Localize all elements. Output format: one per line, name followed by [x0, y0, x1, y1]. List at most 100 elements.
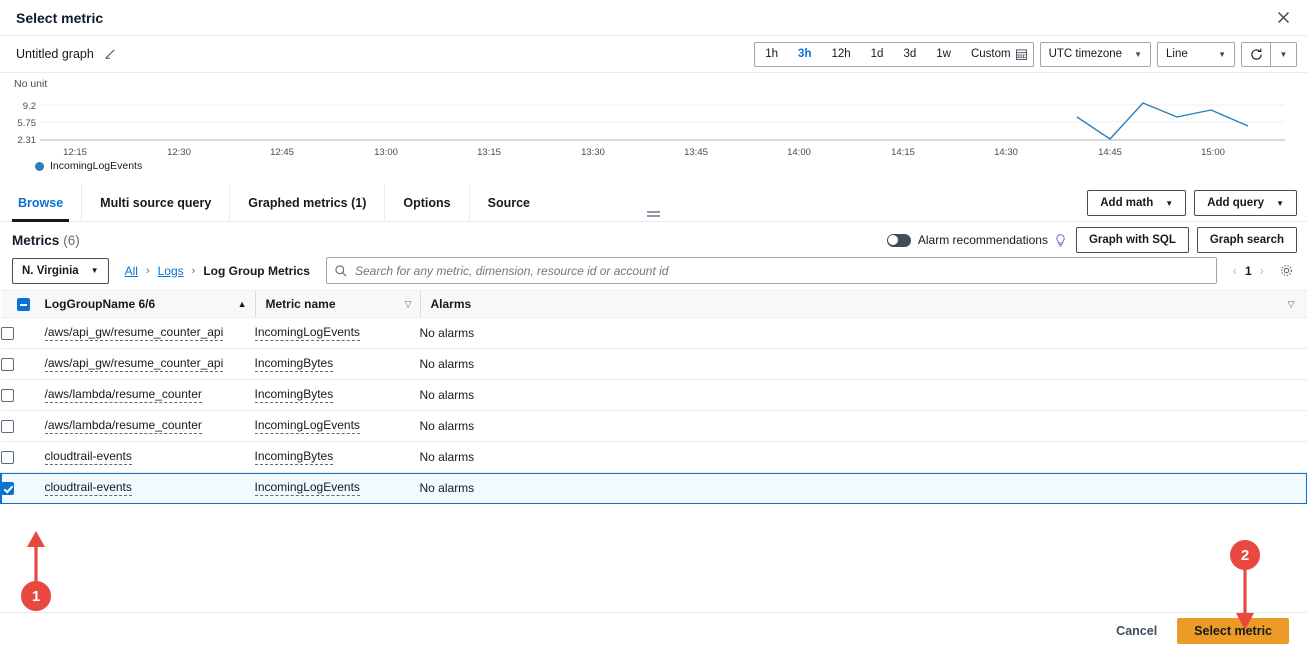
chevron-down-icon: ▼: [1165, 199, 1173, 208]
column-log-group-name[interactable]: LogGroupName 6/6 ▲: [45, 291, 255, 318]
time-range-selector[interactable]: 1h 3h 12h 1d 3d 1w Custom: [754, 42, 1033, 67]
table-row[interactable]: /aws/lambda/resume_counter IncomingLogEv…: [1, 411, 1307, 442]
cell-log-group-name: /aws/lambda/resume_counter: [45, 411, 255, 442]
add-math-label: Add math: [1100, 197, 1153, 209]
pencil-icon[interactable]: [104, 48, 116, 60]
timezone-dropdown[interactable]: UTC timezone ▼: [1040, 42, 1151, 67]
cell-alarms: No alarms: [420, 349, 1307, 380]
row-checkbox[interactable]: [1, 451, 14, 464]
annotation-marker-1: 1: [21, 581, 51, 611]
series-line-incominglogevents: [1077, 103, 1248, 139]
metric-name-link[interactable]: IncomingLogEvents: [255, 419, 360, 434]
alarm-recommendations-toggle[interactable]: [887, 234, 911, 247]
chevron-down-icon: ▼: [1276, 199, 1284, 208]
x-tick-1330: 13:30: [581, 147, 605, 158]
pagination-current-page: 1: [1245, 264, 1252, 278]
table-row[interactable]: /aws/lambda/resume_counter IncomingBytes…: [1, 380, 1307, 411]
region-selector[interactable]: N. Virginia ▼: [12, 258, 109, 284]
column-alarms: Alarms ▽: [420, 291, 1307, 318]
metric-name-link[interactable]: IncomingLogEvents: [255, 481, 360, 496]
chart-canvas: 9.2 5.75 2.31 12:15 12:30 12:45 13:00 13…: [0, 73, 1307, 185]
breadcrumb-item-log-group-metrics: Log Group Metrics: [203, 264, 310, 278]
tab-browse[interactable]: Browse: [0, 185, 82, 221]
refresh-icon[interactable]: [1242, 43, 1270, 66]
pagination-next-icon[interactable]: ›: [1258, 263, 1266, 278]
row-checkbox-cell: [1, 349, 45, 380]
cell-metric-name: IncomingLogEvents: [255, 411, 420, 442]
metric-name-link[interactable]: IncomingBytes: [255, 388, 334, 403]
tab-graphed-metrics[interactable]: Graphed metrics (1): [230, 185, 385, 221]
log-group-name-link[interactable]: cloudtrail-events: [45, 481, 132, 496]
row-checkbox[interactable]: [1, 327, 14, 340]
time-range-1w[interactable]: 1w: [926, 43, 961, 66]
cell-metric-name: IncomingBytes: [255, 380, 420, 411]
add-math-button[interactable]: Add math ▼: [1087, 190, 1186, 216]
row-checkbox[interactable]: [1, 358, 14, 371]
column-alarms-label: Alarms: [431, 297, 472, 311]
close-icon[interactable]: [1271, 6, 1295, 30]
table-row[interactable]: cloudtrail-events IncomingBytes No alarm…: [1, 442, 1307, 473]
metric-name-link[interactable]: IncomingBytes: [255, 357, 334, 372]
cell-log-group-name: /aws/api_gw/resume_counter_api: [45, 318, 255, 349]
chart-type-dropdown[interactable]: Line ▼: [1157, 42, 1235, 67]
cancel-button[interactable]: Cancel: [1106, 624, 1167, 638]
cell-alarms: No alarms: [420, 473, 1307, 504]
breadcrumb-item-all[interactable]: All: [125, 264, 138, 278]
select-metric-button[interactable]: Select metric: [1177, 618, 1289, 644]
log-group-name-link[interactable]: /aws/api_gw/resume_counter_api: [45, 357, 224, 372]
dialog-footer: Cancel Select metric: [0, 612, 1307, 649]
custom-label: Custom: [971, 48, 1011, 60]
metrics-search-box[interactable]: [326, 257, 1217, 284]
table-row[interactable]: /aws/api_gw/resume_counter_api IncomingB…: [1, 349, 1307, 380]
select-all-header: [1, 291, 45, 318]
breadcrumb-item-logs[interactable]: Logs: [158, 264, 184, 278]
graph-search-button[interactable]: Graph search: [1197, 227, 1297, 253]
metric-name-link[interactable]: IncomingBytes: [255, 450, 334, 465]
row-checkbox[interactable]: [1, 420, 14, 433]
time-range-3d[interactable]: 3d: [893, 43, 926, 66]
row-checkbox-cell: [1, 473, 45, 504]
alarm-recommendations-toggle-group[interactable]: Alarm recommendations: [887, 233, 1066, 247]
table-body: /aws/api_gw/resume_counter_api IncomingL…: [1, 318, 1307, 504]
gear-icon[interactable]: [1275, 259, 1297, 283]
time-range-3h[interactable]: 3h: [788, 43, 821, 66]
tab-options[interactable]: Options: [385, 185, 469, 221]
column-metric-name[interactable]: Metric name ▽: [255, 291, 420, 318]
y-tick-2.31: 2.31: [18, 135, 37, 146]
search-input[interactable]: [355, 264, 1208, 278]
tab-source[interactable]: Source: [470, 185, 548, 221]
y-tick-5.75: 5.75: [18, 118, 37, 129]
metric-name-link[interactable]: IncomingLogEvents: [255, 326, 360, 341]
row-checkbox[interactable]: [1, 389, 14, 402]
time-range-custom[interactable]: Custom: [961, 43, 1033, 66]
row-checkbox-cell: [1, 442, 45, 473]
x-tick-1430: 14:30: [994, 147, 1018, 158]
chart-type-label: Line: [1166, 48, 1188, 60]
tab-multi-source-query[interactable]: Multi source query: [82, 185, 230, 221]
pagination-prev-icon[interactable]: ‹: [1231, 263, 1239, 278]
table-row[interactable]: /aws/api_gw/resume_counter_api IncomingL…: [1, 318, 1307, 349]
chevron-down-icon: ▼: [91, 266, 99, 275]
cell-log-group-name: /aws/lambda/resume_counter: [45, 380, 255, 411]
row-checkbox-cell: [1, 380, 45, 411]
log-group-name-link[interactable]: /aws/api_gw/resume_counter_api: [45, 326, 224, 341]
table-row-selected[interactable]: cloudtrail-events IncomingLogEvents No a…: [1, 473, 1307, 504]
time-range-12h[interactable]: 12h: [821, 43, 860, 66]
select-all-checkbox[interactable]: [17, 298, 30, 311]
log-group-name-link[interactable]: cloudtrail-events: [45, 450, 132, 465]
add-query-button[interactable]: Add query ▼: [1194, 190, 1297, 216]
refresh-options-chevron-down-icon[interactable]: ▼: [1271, 43, 1296, 66]
log-group-name-link[interactable]: /aws/lambda/resume_counter: [45, 419, 202, 434]
log-group-name-link[interactable]: /aws/lambda/resume_counter: [45, 388, 202, 403]
time-range-1h[interactable]: 1h: [755, 43, 788, 66]
graph-with-sql-button[interactable]: Graph with SQL: [1076, 227, 1189, 253]
time-range-1d[interactable]: 1d: [861, 43, 894, 66]
metrics-header-actions: Alarm recommendations Graph with SQL Gra…: [887, 227, 1297, 253]
select-metric-dialog: Select metric Untitled graph 1h 3h 12h 1…: [0, 0, 1307, 649]
table-settings-caret-icon[interactable]: ▽: [1288, 299, 1295, 310]
legend-color-swatch: [35, 162, 44, 171]
graph-title: Untitled graph: [16, 47, 94, 61]
lightbulb-icon[interactable]: [1055, 234, 1066, 247]
row-checkbox[interactable]: [1, 482, 14, 495]
metrics-header: Metrics (6) Alarm recommendations Graph …: [0, 222, 1307, 252]
